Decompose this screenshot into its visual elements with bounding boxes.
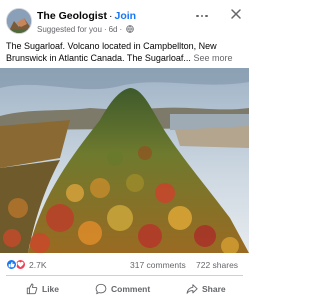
meta-separator: · — [103, 25, 107, 34]
reactions-row: 2.7K 317 comments 722 shares — [0, 256, 249, 272]
suggested-label: Suggested for you — [37, 25, 102, 34]
caption-text: The Sugarloaf. Volcano located in Campbe… — [6, 41, 217, 63]
actions-divider — [6, 275, 243, 276]
share-label: Share — [202, 284, 226, 294]
more-options-dot-2 — [205, 14, 208, 18]
post-header: The Geologist · Join Suggested for you · 6d · — [0, 0, 249, 38]
like-button[interactable]: Like — [26, 280, 59, 298]
more-options-dot — [200, 14, 204, 18]
comments-count[interactable]: 317 comments — [130, 260, 186, 270]
globe-icon — [126, 25, 134, 33]
join-button[interactable]: Join — [115, 10, 137, 22]
like-label: Like — [42, 284, 60, 294]
sugarloaf-photo — [0, 68, 249, 253]
meta-separator-2: · — [119, 25, 123, 34]
reaction-count[interactable]: 2.7K — [29, 260, 47, 270]
close-post-button[interactable] — [228, 6, 244, 22]
close-icon — [231, 9, 241, 19]
share-arrow-icon — [186, 284, 198, 294]
thumbs-up-icon — [8, 261, 15, 268]
more-options-button[interactable] — [193, 8, 211, 24]
avatar-image — [7, 9, 31, 33]
share-button[interactable]: Share — [186, 280, 226, 298]
shares-count[interactable]: 722 shares — [196, 260, 238, 270]
comment-label: Comment — [111, 284, 151, 294]
reaction-icons[interactable] — [6, 259, 28, 270]
post-caption: The Sugarloaf. Volcano located in Campbe… — [6, 40, 246, 64]
heart-icon — [17, 261, 24, 268]
page-name-row: The Geologist · Join — [37, 10, 136, 22]
more-options-icon — [196, 14, 199, 18]
see-more-link[interactable]: See more — [193, 53, 232, 63]
post-meta: Suggested for you · 6d · — [37, 25, 134, 34]
post-time[interactable]: 6d — [109, 25, 118, 34]
post-photo[interactable] — [0, 68, 249, 253]
name-separator: · — [109, 10, 113, 22]
page-name-link[interactable]: The Geologist — [37, 10, 107, 22]
like-reaction-icon — [6, 259, 17, 270]
page-avatar[interactable] — [6, 8, 32, 34]
comment-button[interactable]: Comment — [95, 280, 150, 298]
thumbs-up-outline-icon — [26, 283, 38, 295]
comment-bubble-icon — [95, 283, 107, 295]
post-actions: Like Comment Share — [0, 278, 249, 300]
